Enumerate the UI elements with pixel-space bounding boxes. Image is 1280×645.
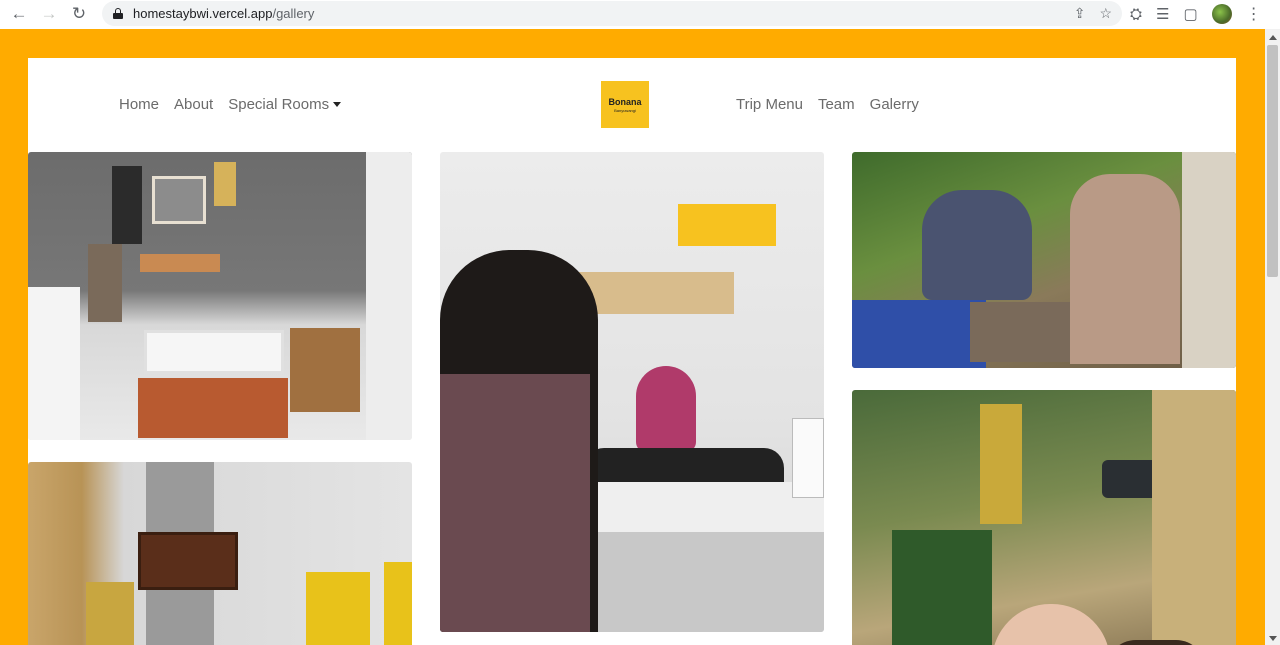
star-icon[interactable]: ☆ [1099,5,1112,22]
sidepanel-icon[interactable]: ▢ [1183,5,1197,23]
photo-poster [214,162,236,206]
photo-bamboo [1152,390,1236,645]
photo-cabinet [28,287,80,440]
photo-sign [140,254,220,272]
nav-link-special-rooms[interactable]: Special Rooms [228,96,342,113]
page-background: Home About Special Rooms Bonana Banyuwan… [0,29,1265,645]
nav-link-team[interactable]: Team [818,96,855,113]
reload-icon[interactable]: ↻ [64,0,94,28]
photo-wall [1182,152,1236,368]
photo-person-hijab [636,366,696,452]
nav-right-group: Trip Menu Team Galerry [736,96,919,113]
photo-woman-hijab [922,190,1032,300]
navbar: Home About Special Rooms Bonana Banyuwan… [28,58,1236,151]
url-path: /gallery [272,6,315,21]
forward-icon[interactable]: → [34,0,64,28]
profile-avatar[interactable] [1211,4,1232,24]
gallery-photo-reception[interactable] [440,152,824,632]
url-text: homestaybwi.vercel.app/gallery [133,6,314,21]
photo-yellow-door [980,404,1022,524]
photo-shelf [290,328,360,412]
gallery-photo-living-room[interactable] [28,152,412,440]
media-icon[interactable]: ☰ [1156,5,1169,23]
back-icon[interactable]: ← [4,0,34,28]
photo-frame [152,176,206,224]
site-logo[interactable]: Bonana Banyuwangi [601,81,649,128]
nav-link-home[interactable]: Home [119,96,159,113]
special-rooms-label: Special Rooms [228,96,330,113]
browser-toolbar: ← → ↻ homestaybwi.vercel.app/gallery ⇪ ☆… [0,0,1280,28]
scroll-down-icon[interactable] [1269,636,1277,641]
photo-wall-photos [580,532,824,632]
photo-blackboard [112,166,142,244]
share-icon[interactable]: ⇪ [1074,5,1086,22]
photo-door [366,152,412,440]
main-container: Home About Special Rooms Bonana Banyuwan… [28,58,1236,645]
scrollbar[interactable] [1265,29,1280,645]
nav-link-about[interactable]: About [174,96,213,113]
photo-clothes [88,244,122,322]
scroll-up-icon[interactable] [1269,35,1277,40]
photo-home-sign [138,532,238,590]
lock-icon [113,8,123,19]
nav-link-gallery[interactable]: Galerry [870,96,919,113]
address-bar[interactable]: homestaybwi.vercel.app/gallery ⇪ ☆ [102,1,1122,26]
photo-yellow-door-3 [86,582,134,645]
photo-yellow-door-2 [384,562,412,645]
photo-smiling-face [992,604,1110,645]
gallery-photo-courtyard[interactable] [28,462,412,645]
photo-woman-back [1070,174,1180,364]
caret-down-icon [333,101,342,107]
nav-left-group: Home About Special Rooms [119,96,342,113]
nav-link-trip-menu[interactable]: Trip Menu [736,96,803,113]
photo-table [138,378,288,438]
extensions-icon[interactable]: ⛭ [1130,6,1142,23]
menu-icon[interactable]: ⋮ [1246,4,1262,24]
logo-sub: Banyuwangi [614,107,636,113]
photo-plants [892,530,992,645]
gallery-photo-guests[interactable] [852,152,1236,368]
photo-qr-stand [792,418,824,498]
photo-person-shirt [440,374,590,632]
scroll-thumb[interactable] [1267,45,1278,277]
photo-blanket [852,300,986,368]
photo-logo-sign [678,204,776,246]
photo-bench [144,330,284,374]
gallery-photo-bamboo-garden[interactable] [852,390,1236,645]
photo-yellow-door-1 [306,572,370,645]
url-host: homestaybwi.vercel.app [133,6,273,21]
logo-name: Bonana [608,96,642,107]
photo-counter [580,482,824,532]
